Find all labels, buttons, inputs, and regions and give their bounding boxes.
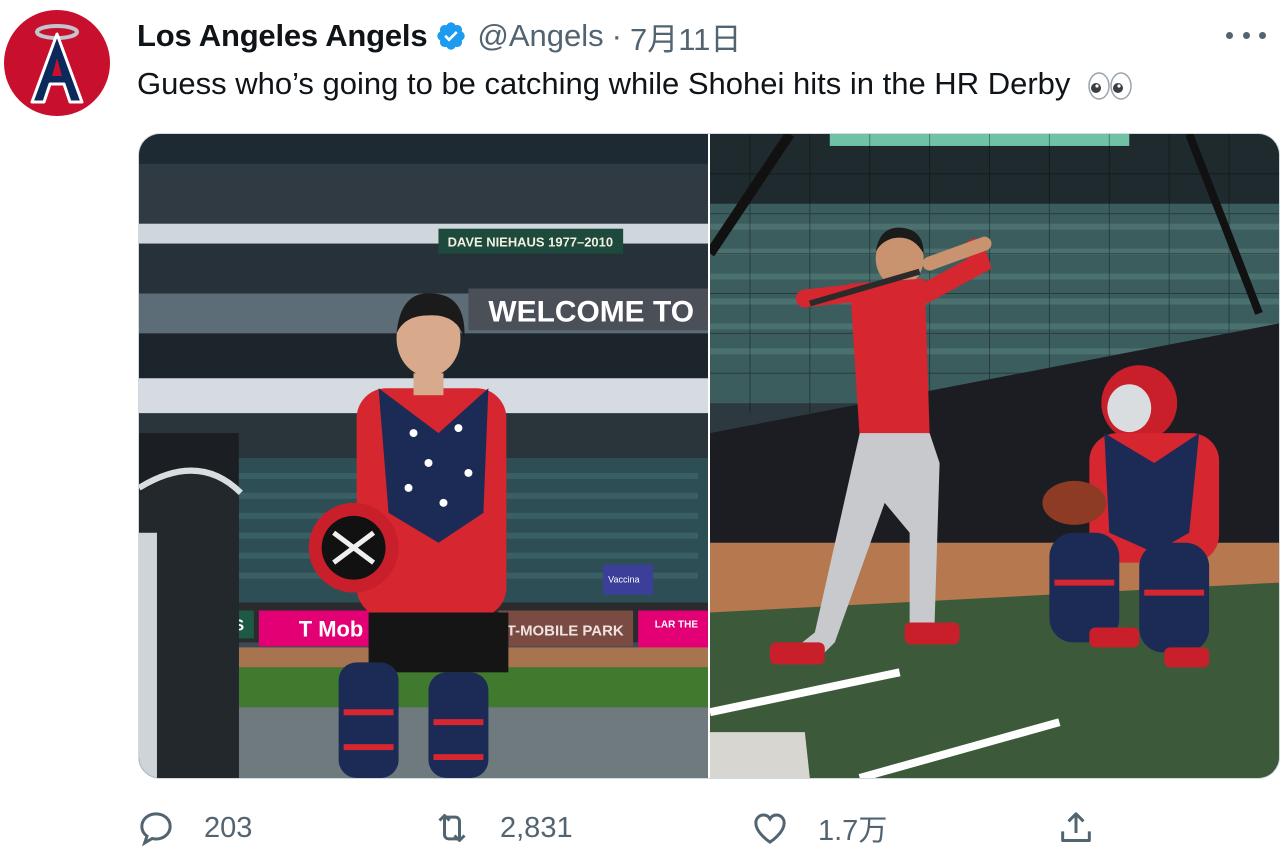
tweet-text: Guess who’s going to be catching while S…: [137, 62, 1260, 106]
photo-left-illustration: DAVE NIEHAUS 1977–2010 WELCOME TO S T Mo…: [139, 134, 708, 778]
display-name[interactable]: Los Angeles Angels: [137, 18, 428, 54]
tweet-actions: 203 2,831 1.7万: [136, 800, 1280, 856]
tweet-media: DAVE NIEHAUS 1977–2010 WELCOME TO S T Mo…: [138, 133, 1280, 779]
stand-sign: Vaccina: [608, 575, 639, 585]
reply-icon: [140, 812, 172, 847]
tweet-header: Los Angeles Angels @Angels · 7月11日: [137, 14, 1280, 58]
retweet-count: 2,831: [500, 811, 573, 844]
retweet-icon: [438, 814, 466, 842]
photo-catcher-walking[interactable]: DAVE NIEHAUS 1977–2010 WELCOME TO S T Mo…: [139, 134, 708, 778]
separator-dot: ·: [611, 18, 622, 53]
like-button[interactable]: 1.7万: [750, 800, 887, 856]
tweet-text-content: Guess who’s going to be catching while S…: [137, 66, 1071, 101]
more-options-icon[interactable]: [1226, 20, 1266, 50]
ad-right: LAR THE: [655, 619, 699, 630]
eyes-emoji-icon: [1088, 72, 1132, 100]
angels-logo-icon: [30, 24, 84, 104]
sign-welcome: WELCOME TO: [488, 295, 694, 328]
like-count: 1.7万: [818, 815, 888, 847]
reply-button[interactable]: 203: [136, 800, 252, 856]
heart-icon: [754, 813, 786, 844]
reply-count: 203: [204, 811, 253, 844]
sign-upper: DAVE NIEHAUS 1977–2010: [448, 235, 613, 250]
ad-tmobile: T Mob: [299, 616, 364, 641]
photo-batting-practice[interactable]: [710, 134, 1279, 778]
share-icon: [1061, 812, 1091, 842]
share-button[interactable]: [1056, 800, 1096, 856]
sign-park: T-MOBILE PARK: [507, 622, 624, 639]
verified-badge-icon: [437, 22, 466, 50]
photo-right-illustration: [710, 134, 1279, 778]
avatar[interactable]: [4, 10, 110, 116]
tweet-date[interactable]: 7月11日: [630, 14, 741, 59]
user-handle[interactable]: @Angels: [477, 18, 603, 54]
retweet-button[interactable]: 2,831: [432, 800, 573, 856]
